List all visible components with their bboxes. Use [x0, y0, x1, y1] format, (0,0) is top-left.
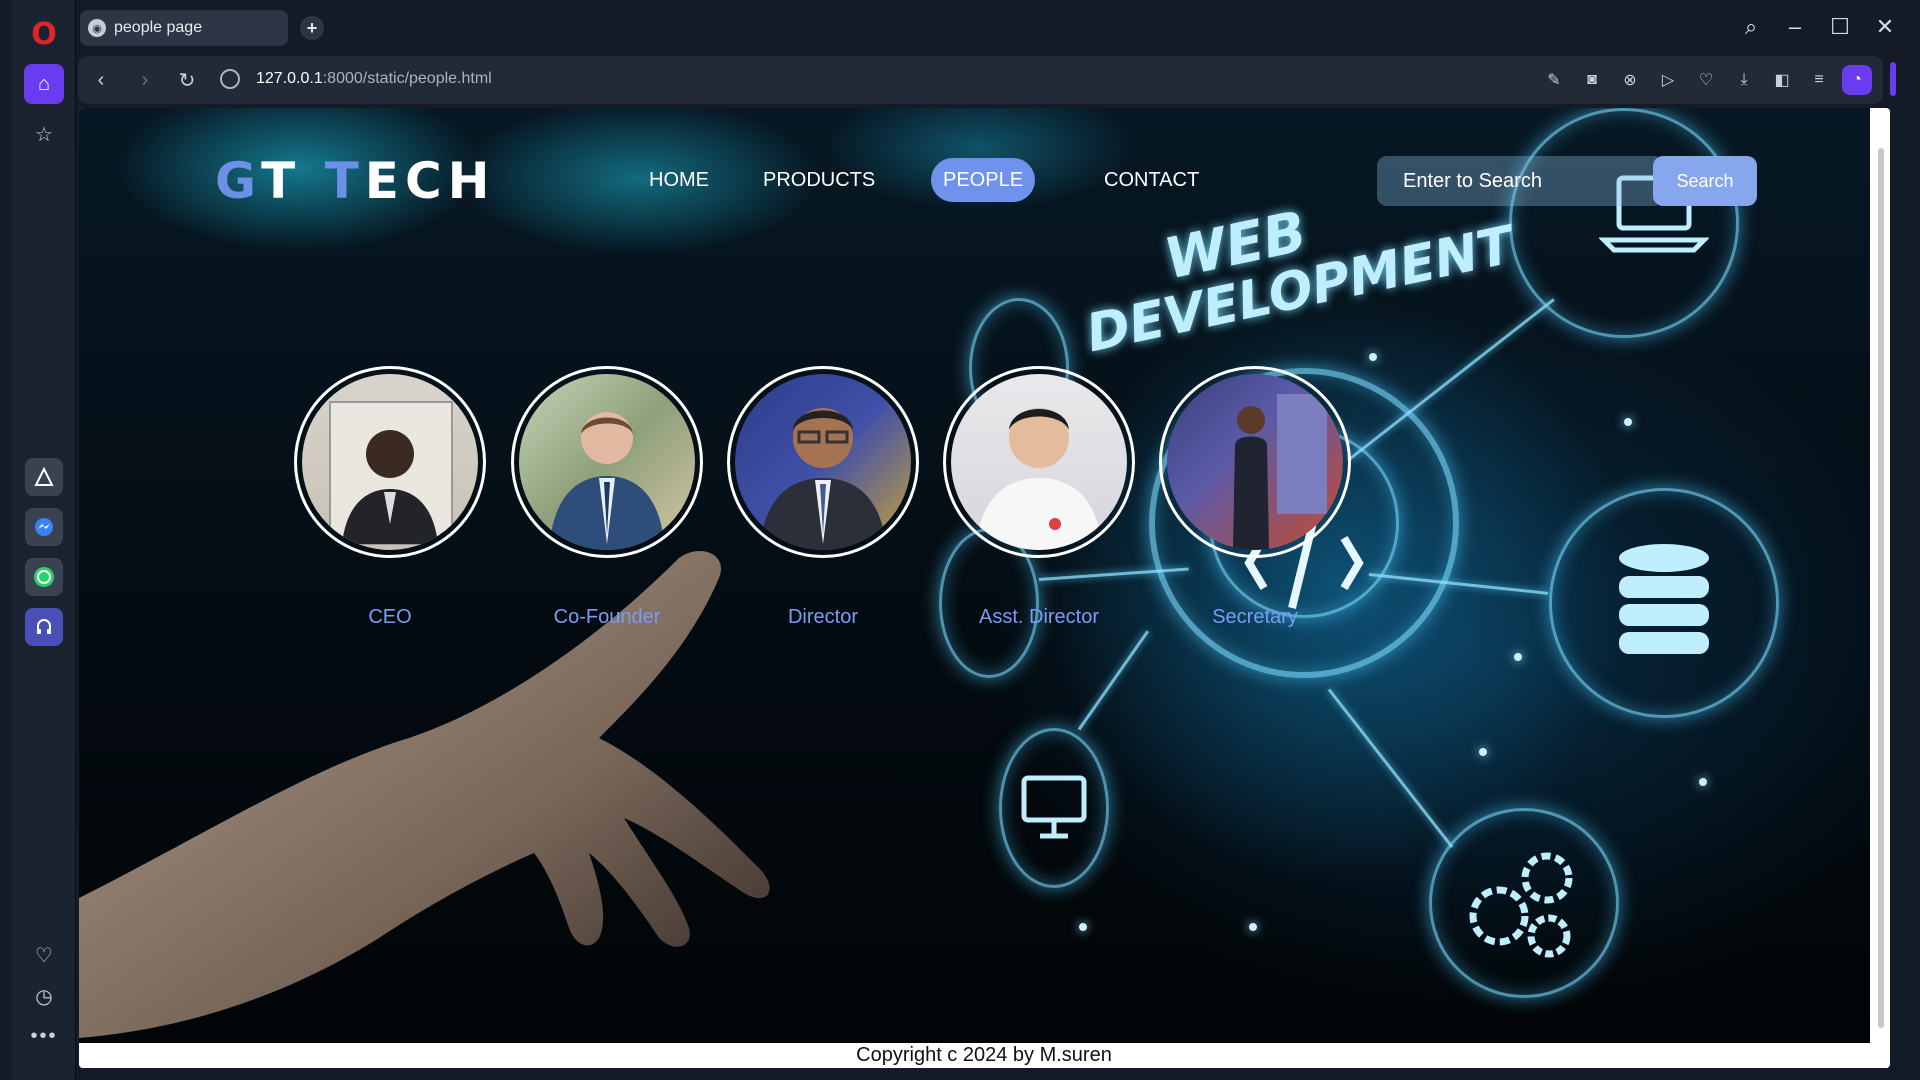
ceo-photo-image [329, 401, 453, 545]
edit-icon[interactable]: ✎ [1542, 68, 1566, 92]
new-tab-button[interactable]: + [300, 16, 324, 40]
heart-icon[interactable]: ♡ [24, 935, 64, 975]
sidebar-toggle[interactable] [1890, 62, 1896, 96]
minimize-icon[interactable]: – [1780, 12, 1810, 42]
messenger-icon[interactable] [25, 508, 63, 546]
avatar [294, 366, 486, 558]
person-card[interactable]: CEO [294, 366, 486, 629]
glow-dot [1479, 748, 1487, 756]
glow-dot [1079, 923, 1087, 931]
camera-icon[interactable]: ◙ [1580, 68, 1604, 92]
nav-home[interactable]: HOME [637, 158, 721, 202]
role-label: Secretary [1212, 606, 1298, 628]
role-label: Director [787, 606, 858, 628]
secretary-photo-image [1233, 394, 1327, 550]
address-bar: ‹ › ↻ 127.0.0.1:8000/static/people.html … [78, 56, 1883, 104]
person-card[interactable]: Director [727, 366, 919, 629]
search-button[interactable]: Search [1653, 156, 1757, 206]
asst-director-photo-image [975, 408, 1103, 550]
history-icon[interactable]: ◷ [24, 976, 64, 1016]
glow-dot [1369, 353, 1377, 361]
aria-icon[interactable] [25, 458, 63, 496]
download-icon[interactable]: ⤓ [1732, 68, 1756, 92]
connector-line [1077, 630, 1150, 731]
person-card[interactable]: Co-Founder [511, 366, 703, 629]
bookmark-heart-icon[interactable]: ♡ [1694, 68, 1718, 92]
connector-line [1327, 688, 1454, 849]
person-card[interactable]: Secretary [1159, 366, 1351, 629]
music-player-icon[interactable] [25, 608, 63, 646]
url-field[interactable]: 127.0.0.1:8000/static/people.html [256, 70, 492, 88]
globe-icon: ◉ [88, 19, 106, 37]
avatar [943, 366, 1135, 558]
search-form: Search [1377, 156, 1757, 206]
person-card[interactable]: Asst. Director [943, 366, 1135, 629]
co-founder-photo-image [549, 412, 665, 550]
nav-people[interactable]: PEOPLE [931, 158, 1036, 202]
hero-background: GT TECH HOME PRODUCTS PEOPLE CONTACT WEB… [79, 108, 1889, 1043]
director-photo-image [759, 408, 887, 550]
role-label: Co-Founder [553, 606, 661, 628]
tab-title: people page [114, 19, 203, 36]
glow-dot [1514, 653, 1522, 661]
monitor-icon [1021, 775, 1087, 839]
search-tabs-icon[interactable]: ⌕ [1736, 12, 1766, 42]
theme-icon[interactable]: ◧ [1770, 68, 1794, 92]
page-scrollbar[interactable] [1870, 108, 1890, 1068]
site-info-icon[interactable] [220, 69, 240, 89]
page-viewport: GT TECH HOME PRODUCTS PEOPLE CONTACT WEB… [79, 108, 1890, 1068]
tab-strip: ◉ people page + ⌕ – ☐ ✕ [78, 0, 1920, 52]
reload-icon[interactable]: ↻ [172, 65, 202, 95]
player-icon[interactable]: ▷ [1656, 68, 1680, 92]
nav-contact[interactable]: CONTACT [1092, 158, 1211, 202]
more-icon[interactable]: ••• [24, 1016, 64, 1056]
forward-icon[interactable]: › [130, 65, 160, 95]
avatar [1159, 366, 1351, 558]
adblock-icon[interactable]: ⊗ [1618, 68, 1642, 92]
maximize-icon[interactable]: ☐ [1825, 12, 1855, 42]
glow-dot [1249, 923, 1257, 931]
scrollbar-thumb[interactable] [1878, 148, 1884, 1028]
database-icon [1619, 544, 1709, 654]
home-icon[interactable]: ⌂ [24, 64, 64, 104]
connector-line [1348, 298, 1555, 461]
profile-icon[interactable]: ◔ [1842, 65, 1872, 95]
browser-sidebar: O ⌂ ☆ ♡ ◷ ••• [12, 0, 76, 1080]
avatar [727, 366, 919, 558]
glow-dot [1624, 418, 1632, 426]
search-input[interactable] [1377, 156, 1657, 206]
whatsapp-icon[interactable] [25, 558, 63, 596]
role-label: CEO [368, 606, 412, 628]
page-footer: Copyright c 2024 by M.suren [79, 1043, 1889, 1068]
glow-dot [1699, 778, 1707, 786]
close-icon[interactable]: ✕ [1870, 12, 1900, 42]
avatar [511, 366, 703, 558]
browser-window: O ⌂ ☆ ♡ ◷ ••• ◉ people page + ⌕ – ☐ ✕ ‹ … [0, 0, 1920, 1080]
role-label: Asst. Director [978, 606, 1100, 628]
back-icon[interactable]: ‹ [86, 65, 116, 95]
nav-products[interactable]: PRODUCTS [751, 158, 887, 202]
gears-icon [1469, 852, 1573, 958]
tab-people-page[interactable]: ◉ people page [80, 10, 288, 46]
opera-logo-icon[interactable]: O [24, 14, 64, 54]
settings-icon[interactable]: ≡ [1807, 68, 1831, 92]
site-logo[interactable]: GT TECH [215, 152, 496, 210]
star-icon[interactable]: ☆ [24, 114, 64, 154]
